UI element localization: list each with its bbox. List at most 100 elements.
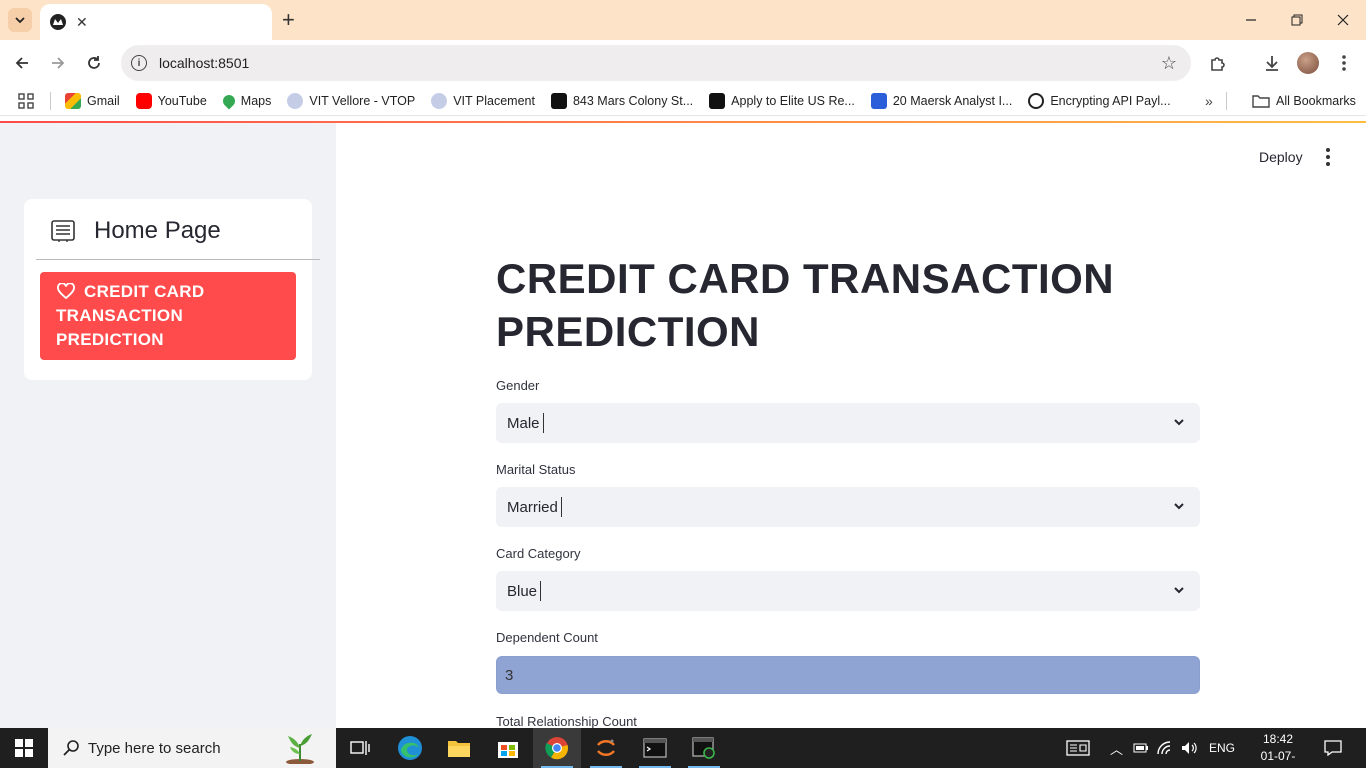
page-title: CREDIT CARD TRANSACTION PREDICTION — [496, 255, 1115, 355]
folder-icon — [448, 741, 470, 757]
windows-logo-icon — [15, 739, 33, 757]
close-window-button[interactable] — [1320, 6, 1366, 34]
taskbar-file-explorer[interactable] — [435, 728, 483, 768]
sidebar: Home Page CREDIT CARD TRANSACTION PREDIC… — [0, 123, 336, 728]
restore-button[interactable] — [1274, 6, 1320, 34]
maps-icon — [220, 92, 238, 109]
chrome-icon — [545, 737, 569, 760]
all-bookmarks-button[interactable]: All Bookmarks — [1252, 94, 1356, 108]
address-bar[interactable]: i localhost:8501 ☆ — [121, 45, 1191, 81]
bookmarks-divider — [1226, 91, 1227, 110]
youtube-icon — [135, 92, 152, 109]
text-cursor — [542, 413, 544, 433]
start-button[interactable] — [0, 728, 48, 768]
sidebar-item-label: CREDIT CARD TRANSACTION PREDICTION — [56, 282, 205, 349]
extensions-icon[interactable] — [1207, 52, 1229, 74]
minimize-button[interactable] — [1228, 6, 1274, 34]
taskbar-store[interactable] — [484, 728, 532, 768]
list-card-icon — [51, 220, 75, 242]
task-view-icon — [350, 741, 370, 755]
total-relationship-count-label: Total Relationship Count — [496, 714, 637, 729]
new-tab-button[interactable]: + — [282, 8, 295, 32]
taskbar-clock[interactable]: 18:42 01-07-2025 — [1248, 731, 1308, 782]
dependent-count-value: 3 — [505, 666, 514, 684]
tab-search-button[interactable] — [8, 8, 32, 32]
sidebar-item-credit-card-prediction[interactable]: CREDIT CARD TRANSACTION PREDICTION — [40, 272, 296, 360]
close-tab-icon[interactable]: ✕ — [76, 14, 88, 31]
text-cursor — [560, 497, 562, 517]
back-button[interactable] — [10, 51, 34, 75]
card-category-value: Blue — [507, 582, 538, 600]
profile-avatar[interactable] — [1297, 52, 1319, 74]
bookmark-vit-placement[interactable]: VIT Placement — [431, 92, 535, 109]
sidebar-header: Home Page — [50, 217, 221, 245]
chevron-down-icon — [15, 17, 25, 24]
terminal-icon — [643, 738, 667, 758]
gmail-icon — [65, 92, 81, 109]
deploy-button[interactable]: Deploy — [1259, 149, 1303, 165]
marital-status-value: Married — [507, 498, 558, 516]
taskbar-terminal-2[interactable] — [680, 728, 728, 768]
edge-icon — [398, 736, 422, 760]
browser-toolbar: i localhost:8501 ☆ — [0, 40, 1366, 86]
building-icon — [709, 92, 726, 109]
browser-tab[interactable]: app ✕ — [40, 4, 560, 290]
taskbar-search-box[interactable]: Type here to search — [48, 728, 336, 768]
bookmark-maersk[interactable]: 20 Maersk Analyst I... — [870, 92, 1012, 109]
dependent-count-input[interactable]: 3 — [496, 656, 1200, 694]
sidebar-divider — [36, 259, 320, 260]
site-info-icon[interactable]: i — [131, 55, 147, 71]
openai-icon — [1028, 92, 1045, 109]
bookmark-elite-us[interactable]: Apply to Elite US Re... — [709, 92, 855, 109]
clock-date: 01-07-2025 — [1260, 749, 1296, 780]
clock-time: 18:42 — [1262, 732, 1294, 746]
heart-icon — [57, 283, 75, 299]
browser-menu-icon[interactable] — [1333, 52, 1355, 74]
notification-icon — [1324, 740, 1342, 756]
bookmark-vit-vtop[interactable]: VIT Vellore - VTOP — [287, 92, 415, 109]
chevron-up-icon[interactable]: ︿ — [1110, 739, 1123, 758]
news-widget-icon[interactable] — [1066, 740, 1090, 756]
taskbar-terminal[interactable] — [631, 728, 679, 768]
streamlit-favicon-icon — [50, 14, 66, 30]
taskbar-chrome[interactable] — [533, 728, 581, 768]
gender-select[interactable]: Male — [496, 403, 1200, 443]
jupyter-icon — [597, 739, 615, 756]
store-icon — [498, 742, 518, 758]
bookmark-mars-colony[interactable]: 843 Mars Colony St... — [550, 92, 693, 109]
marital-status-select[interactable]: Married — [496, 487, 1200, 527]
text-cursor — [540, 581, 542, 601]
language-indicator[interactable]: ENG — [1209, 741, 1235, 755]
card-category-select[interactable]: Blue — [496, 571, 1200, 611]
reload-button[interactable] — [82, 51, 106, 75]
folder-icon — [1252, 94, 1270, 108]
wifi-icon[interactable] — [1157, 741, 1173, 755]
bookmarks-divider — [50, 91, 51, 110]
card-category-label: Card Category — [496, 546, 581, 561]
sidebar-menu-card: Home Page CREDIT CARD TRANSACTION PREDIC… — [24, 199, 320, 380]
restore-icon — [1291, 14, 1303, 26]
download-icon[interactable] — [1261, 52, 1283, 74]
bookmark-maps[interactable]: Maps — [220, 92, 271, 109]
task-view-button[interactable] — [336, 728, 384, 768]
bookmark-youtube[interactable]: YouTube — [135, 92, 207, 109]
bookmark-star-icon[interactable]: ☆ — [1161, 53, 1177, 74]
gender-value: Male — [507, 414, 540, 432]
bookmark-encrypting-api[interactable]: Encrypting API Payl... — [1028, 92, 1171, 109]
notification-center-button[interactable] — [1324, 728, 1342, 768]
marital-status-label: Marital Status — [496, 462, 576, 477]
dependent-count-label: Dependent Count — [496, 630, 598, 645]
chevron-down-icon — [1174, 587, 1184, 594]
search-placeholder: Type here to search — [88, 739, 221, 757]
app-menu-icon[interactable] — [1320, 147, 1336, 167]
battery-icon[interactable] — [1133, 743, 1149, 753]
volume-icon[interactable] — [1181, 741, 1199, 755]
gender-label: Gender — [496, 378, 540, 393]
apps-grid-icon[interactable] — [18, 92, 34, 109]
bookmark-gmail[interactable]: Gmail — [65, 92, 120, 109]
taskbar-jupyter[interactable] — [582, 728, 630, 768]
forward-button[interactable] — [46, 51, 70, 75]
taskbar-edge[interactable] — [386, 728, 434, 768]
arrow-left-icon — [15, 57, 28, 69]
more-bookmarks-icon[interactable]: » — [1205, 93, 1213, 109]
